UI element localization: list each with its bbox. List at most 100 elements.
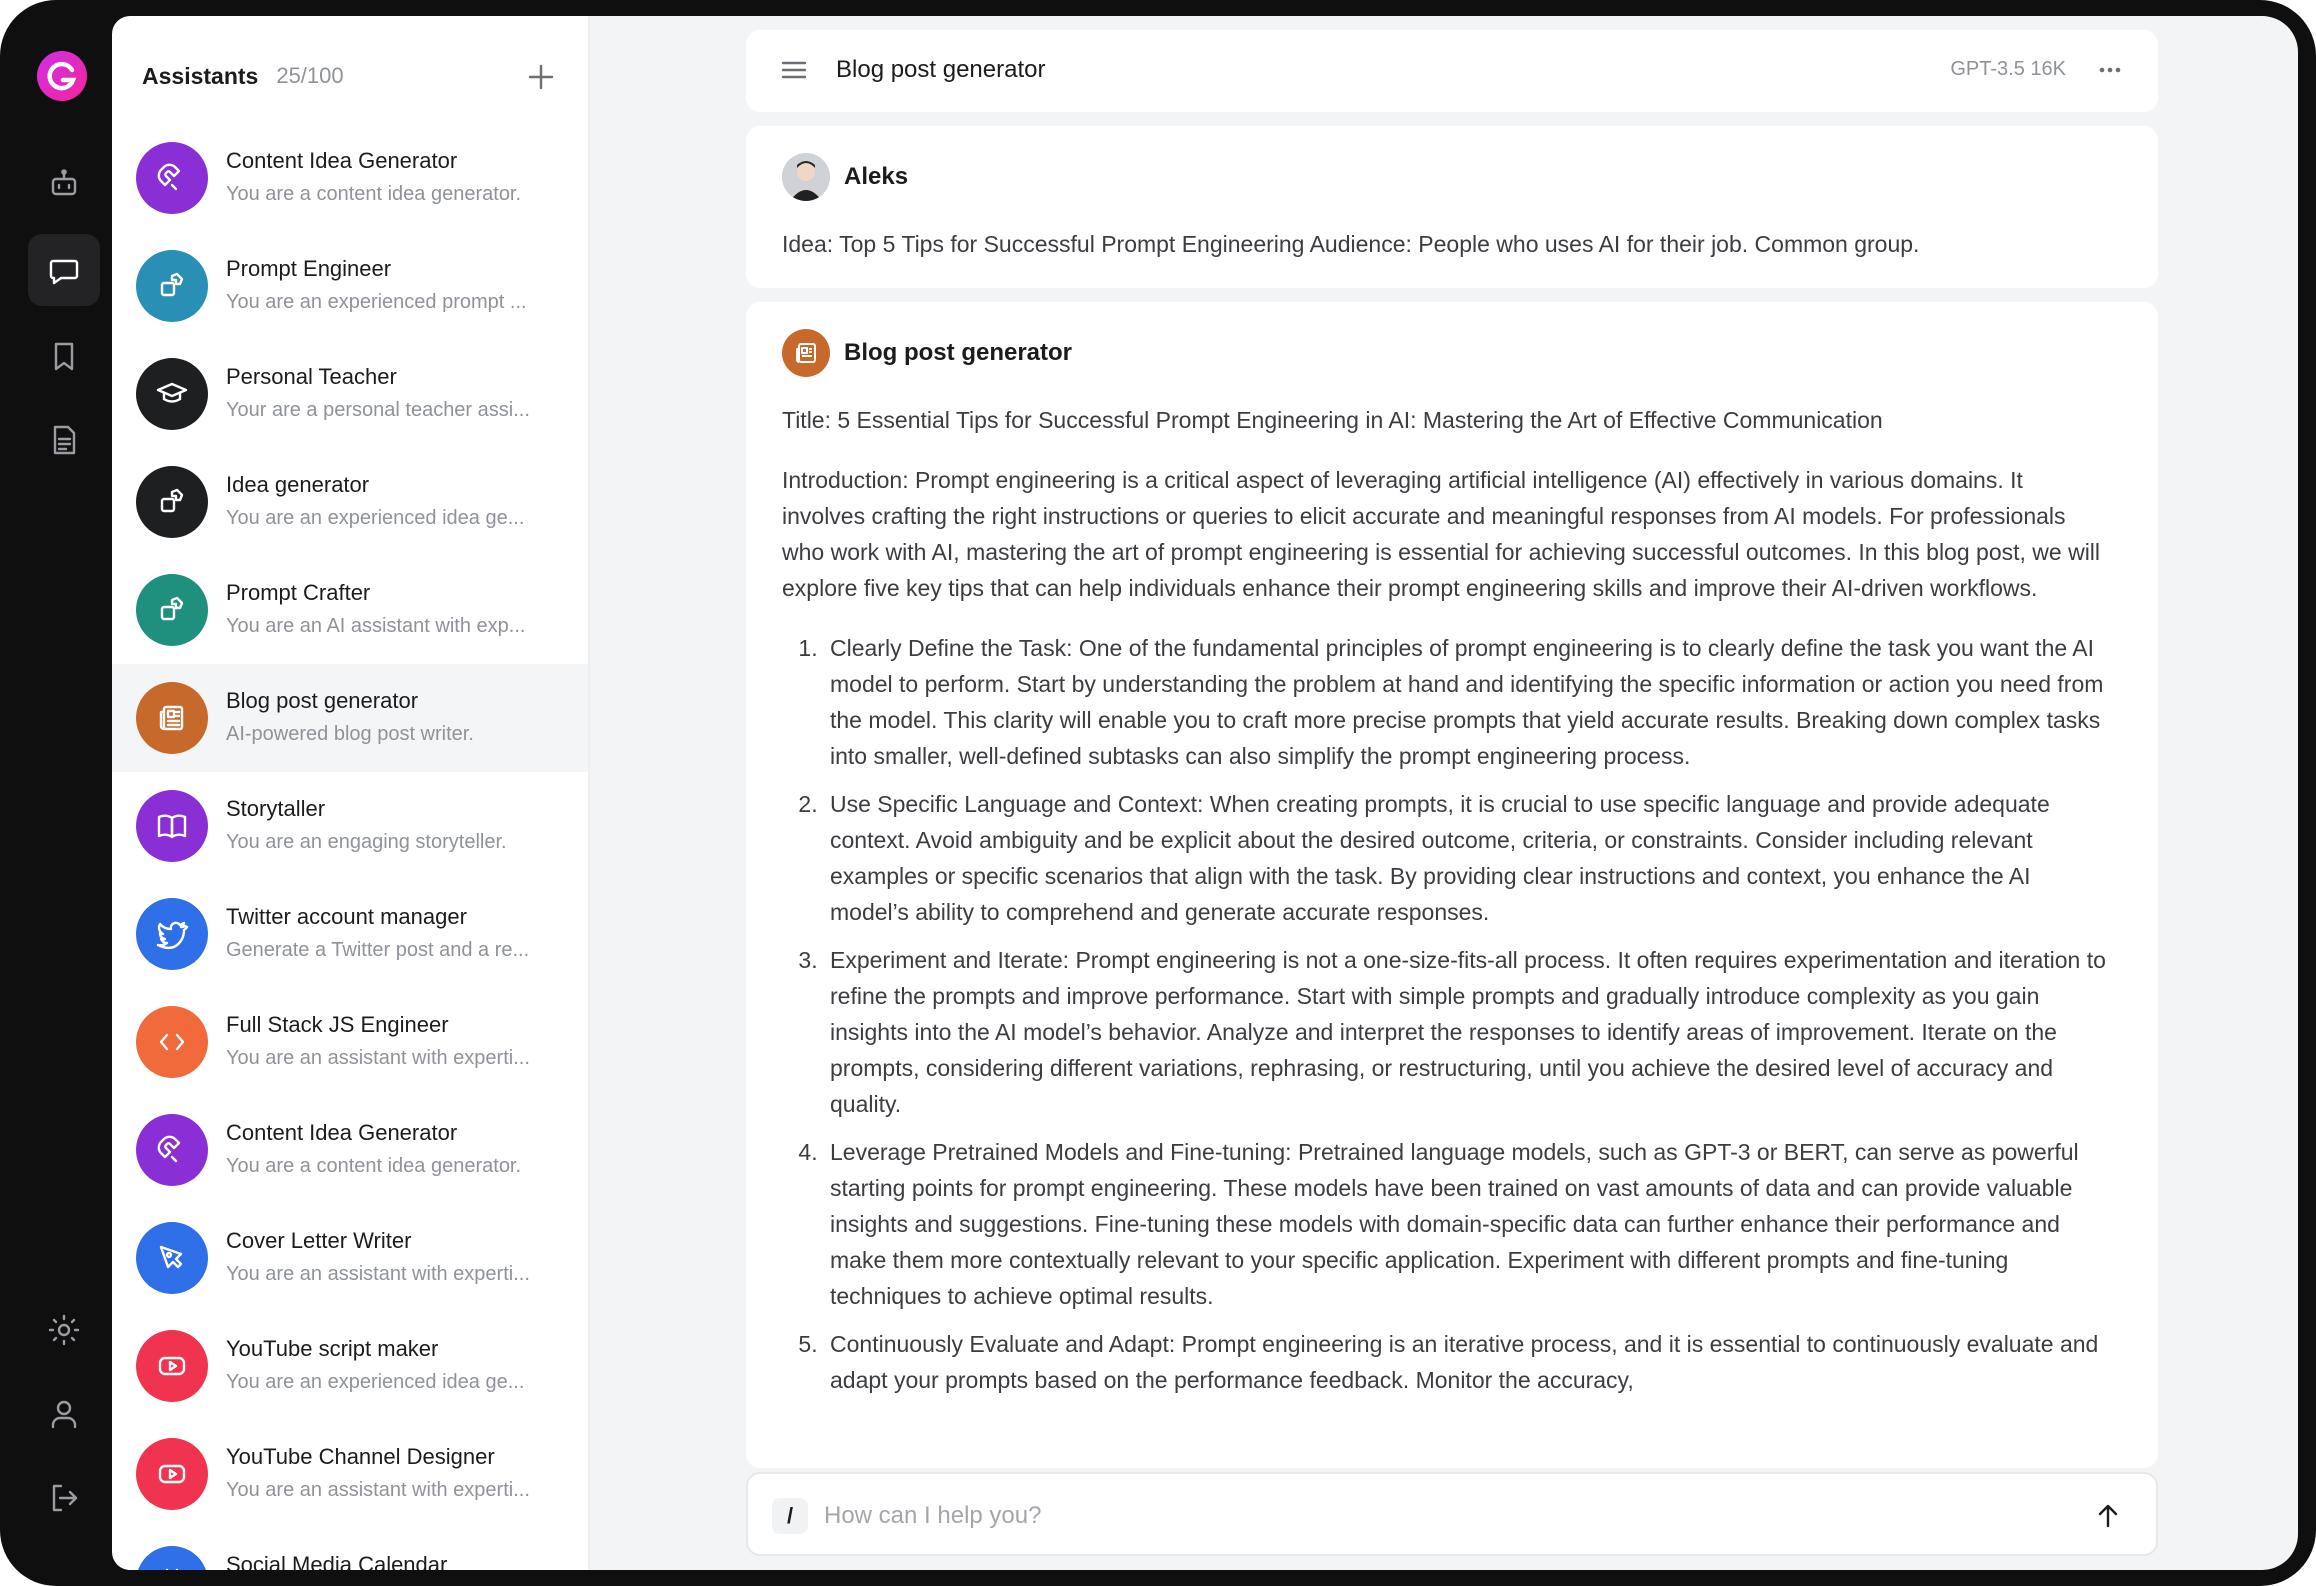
- puzzle-icon: [136, 250, 208, 322]
- send-button[interactable]: [2090, 1498, 2126, 1534]
- sidebar-title: Assistants: [142, 62, 259, 89]
- assistant-description: You are a content idea generator.: [226, 1155, 522, 1177]
- tip-item: Clearly Define the Task: One of the fund…: [824, 630, 2112, 774]
- post-title: Title: 5 Essential Tips for Successful P…: [782, 407, 1883, 433]
- robot-icon: [51, 169, 77, 196]
- assistant-description: You are an experienced prompt ...: [226, 291, 527, 313]
- assistant-description: Your are a personal teacher assi...: [226, 399, 530, 421]
- arrow-up-icon: [2098, 1504, 2118, 1528]
- youtube-icon: [136, 1330, 208, 1402]
- assistant-list-item[interactable]: Social Media Calendar: [112, 1528, 588, 1570]
- assistant-text: Personal Teacher Your are a personal teac…: [226, 362, 571, 425]
- code-brackets-icon: [136, 1006, 208, 1078]
- assistant-description: You are an experienced idea ge...: [226, 1371, 525, 1393]
- chat-title: Blog post generator: [836, 56, 1046, 83]
- assistant-name: Cover Letter Writer: [226, 1228, 412, 1253]
- assistant-text: Content Idea Generator You are a content …: [226, 1118, 571, 1181]
- assistants-sidebar: Assistants 25/100 Content Idea Generator…: [112, 16, 590, 1570]
- assistant-text: YouTube script maker You are an experienc…: [226, 1334, 571, 1397]
- assistant-name: Blog post generator: [226, 688, 419, 713]
- assistant-name: YouTube script maker: [226, 1336, 439, 1361]
- assistant-text: Prompt Crafter You are an AI assistant wi…: [226, 578, 571, 641]
- plus-icon: [528, 64, 554, 90]
- assistant-text: Idea generator You are an experienced ide…: [226, 470, 571, 533]
- assistant-list: Content Idea Generator You are a content …: [112, 124, 588, 1570]
- chats-nav-button[interactable]: [28, 234, 100, 306]
- assistant-name: Storytaller: [226, 796, 326, 821]
- assistant-description: You are an experienced idea ge...: [226, 507, 525, 529]
- assistant-text: Cover Letter Writer You are an assistant …: [226, 1226, 571, 1289]
- assistant-list-item[interactable]: Twitter account manager Generate a Twitte…: [112, 880, 588, 988]
- chat-bubble-icon: [49, 259, 79, 285]
- calendar-icon: [136, 1546, 208, 1570]
- tip-item: Use Specific Language and Context: When …: [824, 786, 2112, 930]
- open-book-icon: [136, 790, 208, 862]
- user-message: Aleks Idea: Top 5 Tips for Successful Pr…: [746, 126, 2158, 288]
- assistant-list-item[interactable]: Prompt Crafter You are an AI assistant wi…: [112, 556, 588, 664]
- menu-button[interactable]: [776, 52, 812, 88]
- assistants-nav-button[interactable]: [28, 148, 100, 220]
- message-header: Aleks: [782, 152, 908, 202]
- tips-list: Clearly Define the Task: One of the fund…: [824, 630, 2112, 1398]
- more-options-button[interactable]: [2092, 52, 2128, 88]
- message-input[interactable]: [824, 1494, 2024, 1538]
- assistant-name: Personal Teacher: [226, 364, 397, 389]
- graduation-cap-icon: [136, 358, 208, 430]
- assistant-name: Full Stack JS Engineer: [226, 1012, 449, 1037]
- puzzle-icon: [136, 574, 208, 646]
- assistant-text: Storytaller You are an engaging storytell…: [226, 794, 571, 857]
- assistant-list-item[interactable]: Content Idea Generator You are a content …: [112, 124, 588, 232]
- assistant-name: Content Idea Generator: [226, 148, 458, 173]
- add-assistant-button[interactable]: [524, 60, 558, 94]
- documents-nav-button[interactable]: [28, 404, 100, 476]
- assistant-list-item[interactable]: YouTube script maker You are an experienc…: [112, 1312, 588, 1420]
- assistant-description: You are an assistant with experti...: [226, 1263, 530, 1285]
- assistant-text: YouTube Channel Designer You are an assis…: [226, 1442, 571, 1505]
- assistant-list-item[interactable]: Storytaller You are an engaging storytell…: [112, 772, 588, 880]
- slash-commands-button[interactable]: /: [772, 1498, 808, 1534]
- logout-icon: [52, 1484, 78, 1512]
- profile-button[interactable]: [28, 1378, 100, 1450]
- assistant-name: YouTube Channel Designer: [226, 1444, 495, 1469]
- assistant-list-item[interactable]: Personal Teacher Your are a personal teac…: [112, 340, 588, 448]
- assistant-list-item[interactable]: Prompt Engineer You are an experienced pr…: [112, 232, 588, 340]
- message-author: Aleks: [844, 163, 909, 190]
- assistant-name: Prompt Crafter: [226, 580, 371, 605]
- assistant-list-item[interactable]: Blog post generator AI-powered blog post …: [112, 664, 588, 772]
- g-logo-icon[interactable]: [36, 50, 88, 102]
- magnet-icon: [136, 142, 208, 214]
- tip-item: Experiment and Iterate: Prompt engineeri…: [824, 942, 2112, 1122]
- post-introduction: Introduction: Prompt engineering is a cr…: [782, 467, 2101, 601]
- user-icon: [51, 1400, 77, 1429]
- bookmark-icon: [54, 342, 74, 371]
- assistant-description: You are a content idea generator.: [226, 183, 522, 205]
- assistant-text: Full Stack JS Engineer You are an assista…: [226, 1010, 571, 1073]
- assistant-text: Blog post generator AI-powered blog post …: [226, 686, 571, 749]
- app-window: Assistants 25/100 Content Idea Generator…: [0, 0, 2316, 1586]
- assistant-list-item[interactable]: Full Stack JS Engineer You are an assista…: [112, 988, 588, 1096]
- chat-panel: Blog post generator GPT-3.5 16K Aleks Id…: [590, 16, 2298, 1570]
- youtube-icon: [136, 1438, 208, 1510]
- document-icon: [53, 425, 76, 455]
- assistant-list-item[interactable]: YouTube Channel Designer You are an assis…: [112, 1420, 588, 1528]
- icon-rail: [0, 0, 112, 1586]
- assistant-list-item[interactable]: Idea generator You are an experienced ide…: [112, 448, 588, 556]
- message-text: Title: 5 Essential Tips for Successful P…: [782, 402, 2112, 1410]
- puzzle-icon: [136, 466, 208, 538]
- assistant-text: Twitter account manager Generate a Twitte…: [226, 902, 571, 965]
- theme-toggle-button[interactable]: [28, 1294, 100, 1366]
- assistant-list-item[interactable]: Cover Letter Writer You are an assistant …: [112, 1204, 588, 1312]
- assistant-description: You are an assistant with experti...: [226, 1047, 530, 1069]
- assistant-name: Idea generator: [226, 472, 370, 497]
- message-text: Idea: Top 5 Tips for Successful Prompt E…: [782, 231, 1920, 257]
- newspaper-icon: [136, 682, 208, 754]
- logout-button[interactable]: [28, 1462, 100, 1534]
- avatar: [782, 153, 830, 201]
- saved-nav-button[interactable]: [28, 320, 100, 392]
- assistant-text: Social Media Calendar: [226, 1550, 571, 1570]
- hamburger-menu-icon: [781, 61, 807, 79]
- pen-nib-icon: [136, 1222, 208, 1294]
- model-selector[interactable]: GPT-3.5 16K: [1950, 58, 2066, 81]
- assistant-list-item[interactable]: Content Idea Generator You are a content …: [112, 1096, 588, 1204]
- assistant-description: AI-powered blog post writer.: [226, 723, 474, 745]
